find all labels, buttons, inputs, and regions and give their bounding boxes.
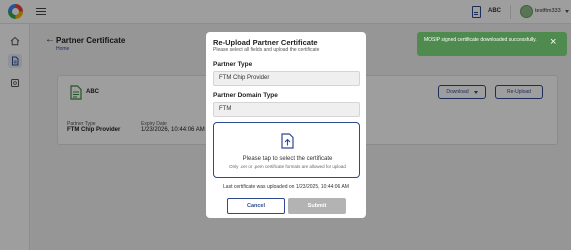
dropzone-hint: Only .cer or .pem certificate formats ar… — [229, 164, 346, 169]
partner-type-field: FTM Chip Provider — [213, 71, 360, 86]
upload-icon — [281, 133, 294, 149]
cancel-button[interactable]: Cancel — [227, 198, 285, 214]
toast-message: MOSIP signed certificate downloaded succ… — [424, 37, 537, 43]
dialog-subtitle: Please select all fields and upload the … — [213, 47, 320, 53]
partner-domain-type-field: FTM — [213, 102, 360, 117]
partner-domain-type-label: Partner Domain Type — [213, 92, 278, 99]
last-upload-info: Last certificate was uploaded on 1/23/20… — [223, 184, 349, 190]
reupload-dialog: Re-Upload Partner Certificate Please sel… — [206, 32, 366, 218]
submit-button[interactable]: Submit — [288, 198, 346, 214]
partner-type-label: Partner Type — [213, 61, 253, 68]
close-icon[interactable]: × — [550, 37, 556, 48]
success-toast: MOSIP signed certificate downloaded succ… — [417, 32, 567, 56]
dialog-title: Re-Upload Partner Certificate — [213, 38, 318, 47]
dropzone-text: Please tap to select the certificate — [242, 156, 333, 162]
certificate-dropzone[interactable]: Please tap to select the certificate Onl… — [213, 122, 360, 178]
